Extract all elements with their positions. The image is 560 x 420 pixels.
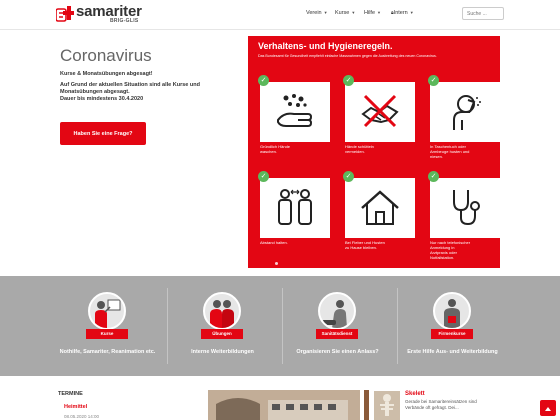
news-thumbnail[interactable] <box>374 391 400 420</box>
site-logo[interactable]: samariter BRIG-GLIS <box>56 3 146 26</box>
hero-body-line: Monatsübungen abgesagt. <box>60 89 130 96</box>
news-image[interactable] <box>208 390 360 420</box>
rule-tile-cough-elbow <box>430 82 500 142</box>
nav-verein-label: Verein <box>306 10 322 16</box>
slider-dot[interactable] <box>275 262 278 265</box>
news-excerpt: Gerade bei Samaritereinsätzen sind Verbä… <box>405 399 477 410</box>
stay-home-icon <box>361 190 399 225</box>
red-cross-logo-icon <box>56 6 74 22</box>
news-title[interactable]: Skelett <box>405 391 425 397</box>
search-input[interactable] <box>462 7 504 20</box>
site-header: samariter BRIG-GLIS Verein ▼ Kurse ▼ Hilfe… <box>0 0 560 30</box>
rule-caption: Gründlich Hände waschen. <box>260 144 330 154</box>
service-link[interactable]: Erste Hilfe Aus- und Weiterbildung <box>395 349 510 355</box>
rule-tile-stay-home <box>345 178 415 238</box>
rule-caption: Abstand halten. <box>260 240 330 245</box>
service-sanitaetsdienst[interactable]: Sanitätsdienst Organisieren Sie einen An… <box>280 276 395 376</box>
rule-caption: Nur nach telefonischer Anmeldung in Arzt… <box>430 240 500 260</box>
chevron-down-icon: ▼ <box>323 10 328 15</box>
hand-washing-icon <box>277 94 313 127</box>
check-icon: ✓ <box>343 171 354 182</box>
scroll-to-top-button[interactable] <box>540 400 556 416</box>
stethoscope-icon <box>453 190 480 226</box>
rule-tile-no-handshake <box>345 82 415 142</box>
service-badge: Firmenkurse <box>431 329 473 339</box>
instructor-icon <box>95 299 121 328</box>
building-photo <box>208 390 360 420</box>
hero-body-line: Dauer bis mindestens 30.4.2020 <box>60 96 144 103</box>
nav-intern[interactable]: 🔒︎Intern ▼ <box>391 10 414 16</box>
news-image-edge <box>364 390 369 420</box>
rule-tile-wash-hands <box>260 82 330 142</box>
service-image <box>203 292 241 330</box>
nav-verein[interactable]: Verein ▼ <box>306 10 328 16</box>
trainees-icon <box>210 300 234 328</box>
chevron-down-icon: ▼ <box>409 10 414 15</box>
first-aid-scene-icon <box>322 300 347 328</box>
service-uebungen[interactable]: Übungen Interne Weiterbildungen <box>165 276 280 376</box>
check-icon: ✓ <box>428 75 439 86</box>
keep-distance-icon <box>278 189 312 225</box>
page-title: Coronavirus <box>60 46 152 65</box>
service-link[interactable]: Nothilfe, Samariter, Reanimation etc. <box>50 349 165 355</box>
poster-title: Verhaltens- und Hygieneregeln. <box>258 41 393 51</box>
service-link[interactable]: Organisieren Sie einen Anlass? <box>280 349 395 355</box>
service-image <box>88 292 126 330</box>
rule-caption: In Taschentuch oder Armbeuge husten und … <box>430 144 500 159</box>
check-icon: ✓ <box>258 171 269 182</box>
rule-caption-line: Abstand halten. <box>260 240 288 245</box>
nav-kurse[interactable]: Kurse ▼ <box>335 10 355 16</box>
service-image <box>433 292 471 330</box>
rule-tile-phone-first <box>430 178 500 238</box>
event-title[interactable]: Heimittel <box>64 404 87 410</box>
hygiene-rules-poster: Verhaltens- und Hygieneregeln. Das Bunde… <box>248 36 500 268</box>
service-kurse[interactable]: Kurse Nothilfe, Samariter, Reanimation e… <box>50 276 165 376</box>
chevron-down-icon: ▼ <box>351 10 356 15</box>
rule-caption: Hände schütteln vermeiden. <box>345 144 415 154</box>
no-handshake-icon <box>361 94 399 128</box>
question-button[interactable]: Haben Sie eine Frage? <box>60 122 146 145</box>
rule-caption-line: waschen. <box>260 149 277 154</box>
rule-caption-line: Notfallstation. <box>430 255 455 260</box>
nav-kurse-label: Kurse <box>335 10 350 16</box>
service-badge: Übungen <box>201 329 243 339</box>
rule-caption-line: niesen. <box>430 154 443 159</box>
hero-body-line: Auf Grund der aktuellen Situation sind a… <box>60 82 200 88</box>
nav-hilfe[interactable]: Hilfe ▼ <box>364 10 381 16</box>
event-date: 08.05.2020 14:00 <box>64 414 100 419</box>
cough-elbow-icon <box>453 95 481 130</box>
nav-intern-label: Intern <box>393 10 408 16</box>
service-image <box>318 292 356 330</box>
service-link[interactable]: Interne Weiterbildungen <box>165 349 280 355</box>
services-band: Kurse Nothilfe, Samariter, Reanimation e… <box>0 276 560 376</box>
company-training-icon <box>444 299 460 328</box>
rule-caption: Bei Fieber und Husten zu Hause bleiben. <box>345 240 415 250</box>
rule-tile-distance <box>260 178 330 238</box>
nav-hilfe-label: Hilfe <box>364 10 376 16</box>
rule-caption-line: vermeiden. <box>345 149 365 154</box>
brand-location: BRIG-GLIS <box>110 18 139 24</box>
skeleton-photo <box>374 391 400 420</box>
service-firmenkurse[interactable]: Firmenkurse Erste Hilfe Aus- und Weiterb… <box>395 276 510 376</box>
poster-description: Das Bundesamt für Gesundheit empfiehlt e… <box>258 54 437 58</box>
service-badge: Sanitätsdienst <box>316 329 358 339</box>
rule-caption-line: zu Hause bleiben. <box>345 245 378 250</box>
service-badge: Kurse <box>86 329 128 339</box>
check-icon: ✓ <box>343 75 354 86</box>
termine-heading: TERMINE <box>58 391 83 397</box>
hero-body: Auf Grund der aktuellen Situation sind a… <box>60 82 210 104</box>
check-icon: ✓ <box>428 171 439 182</box>
chevron-down-icon: ▼ <box>377 10 381 15</box>
hero-subtitle: Kurse & Monatsübungen abgesagt! <box>60 71 153 77</box>
check-icon: ✓ <box>258 75 269 86</box>
